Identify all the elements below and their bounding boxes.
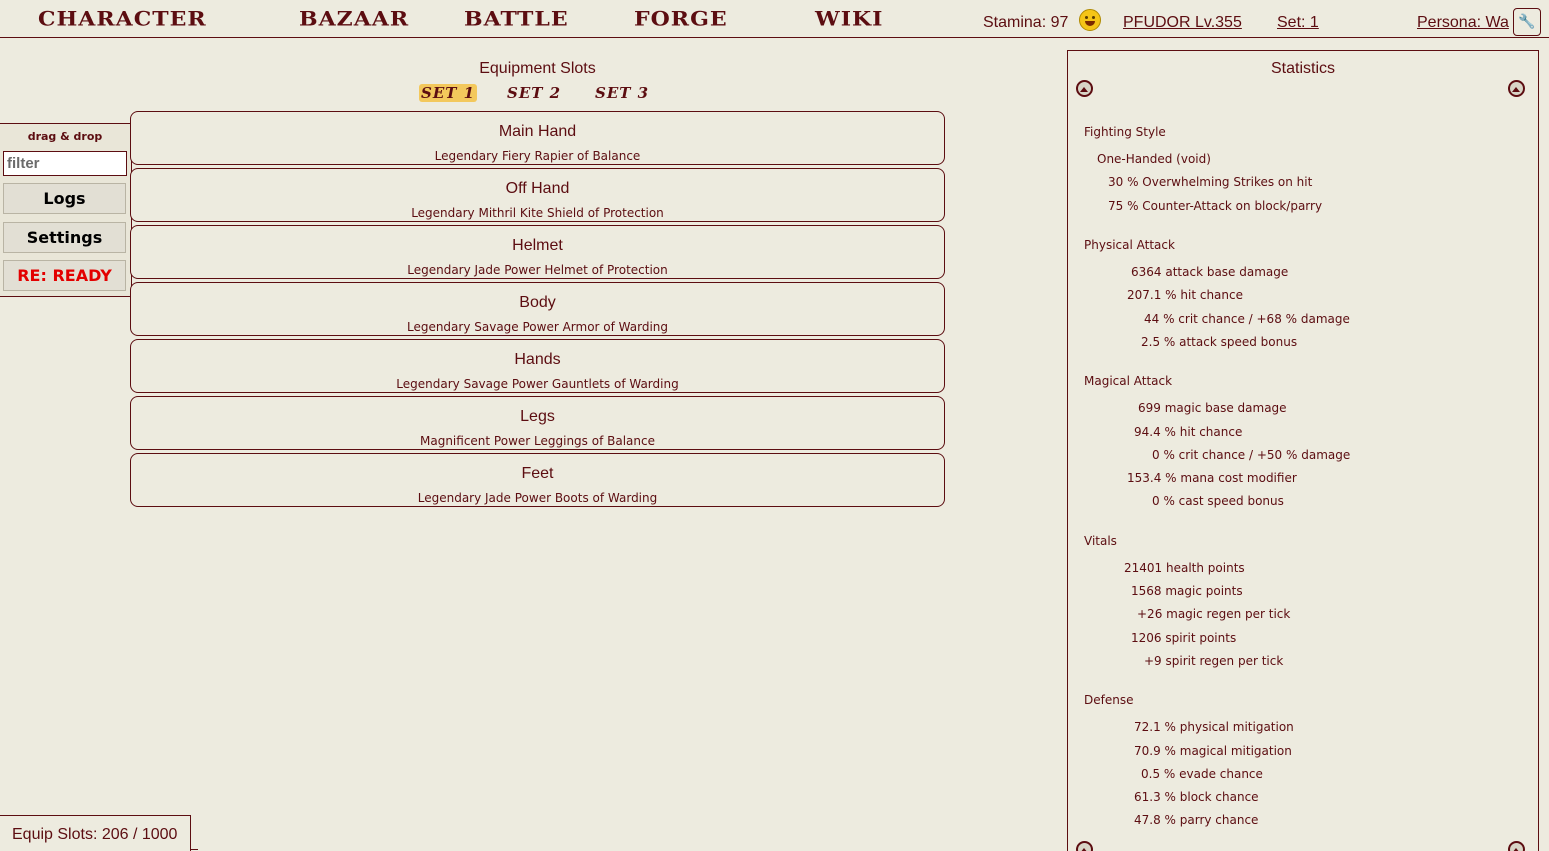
stat-line: 75 % Counter-Attack on block/parry	[1108, 199, 1323, 213]
slot-hands[interactable]: Hands Legendary Savage Power Gauntlets o…	[130, 339, 945, 393]
slot-name: Hands	[514, 351, 561, 368]
slot-name: Main Hand	[498, 123, 577, 140]
stat-line: 44 % crit chance / +68 % damage	[1144, 312, 1350, 326]
slot-body[interactable]: Body Legendary Savage Power Armor of War…	[130, 282, 945, 336]
set-link[interactable]: Set: 1	[1277, 14, 1319, 32]
stat-line: +26 magic regen per tick	[1137, 607, 1291, 621]
drag-drop-label: drag & drop	[27, 130, 103, 143]
top-nav-bar: CHARACTER BAZAAR BATTLE FORGE WIKI Stami…	[0, 0, 1549, 38]
slot-item: Legendary Savage Power Gauntlets of Ward…	[396, 377, 679, 391]
stat-line: 1206 spirit points	[1131, 631, 1237, 645]
stat-line: 0.5 % evade chance	[1141, 767, 1263, 781]
logs-button[interactable]: Logs	[3, 183, 126, 214]
slot-item: Legendary Mithril Kite Shield of Protect…	[411, 206, 664, 220]
nav-character[interactable]: CHARACTER	[38, 7, 207, 30]
statistics-panel: Statistics Fighting Style One-Handed (vo…	[1067, 50, 1539, 851]
stat-line: 2.5 % attack speed bonus	[1141, 335, 1298, 349]
slot-name: Feet	[521, 465, 554, 482]
set-tab-2[interactable]: SET 2	[505, 84, 563, 102]
collapse-up-icon[interactable]	[1076, 80, 1093, 97]
slot-item: Legendary Jade Power Helmet of Protectio…	[407, 263, 668, 277]
equipment-slots-title: Equipment Slots	[479, 60, 596, 77]
re-ready-button[interactable]: RE: READY	[3, 260, 126, 291]
slot-legs[interactable]: Legs Magnificent Power Leggings of Balan…	[130, 396, 945, 450]
slot-item: Legendary Savage Power Armor of Warding	[406, 320, 669, 334]
statistics-title: Statistics	[1270, 60, 1335, 77]
stamina-smiley-icon	[1079, 9, 1101, 31]
set-tab-3[interactable]: SET 3	[593, 84, 651, 102]
slot-item: Magnificent Power Leggings of Balance	[420, 434, 655, 448]
stat-line: 207.1 % hit chance	[1127, 288, 1243, 302]
slot-off-hand[interactable]: Off Hand Legendary Mithril Kite Shield o…	[130, 168, 945, 222]
wrench-settings-button[interactable]: 🔧	[1513, 8, 1541, 36]
set-tab-1[interactable]: SET 1	[419, 84, 478, 102]
stat-section-fighting-style: Fighting Style	[1084, 125, 1166, 139]
slot-name: Legs	[520, 408, 555, 425]
stat-line: 47.8 % parry chance	[1134, 813, 1259, 827]
stat-section-defense: Defense	[1084, 693, 1134, 707]
stat-section-magical-attack: Magical Attack	[1084, 374, 1173, 388]
stat-line: 6364 attack base damage	[1131, 265, 1289, 279]
stat-line: 30 % Overwhelming Strikes on hit	[1108, 175, 1313, 189]
stat-line: 153.4 % mana cost modifier	[1127, 471, 1297, 485]
stat-line: +9 spirit regen per tick	[1144, 654, 1284, 668]
stat-line: 94.4 % hit chance	[1134, 425, 1243, 439]
stat-line: 699 magic base damage	[1138, 401, 1287, 415]
stat-line: One-Handed (void)	[1097, 152, 1211, 166]
slot-item: Legendary Jade Power Boots of Warding	[417, 491, 658, 505]
slot-feet[interactable]: Feet Legendary Jade Power Boots of Wardi…	[130, 453, 945, 507]
persona-link[interactable]: Persona: Wa	[1417, 14, 1514, 32]
divider	[191, 849, 198, 850]
stamina-text: Stamina: 97	[983, 14, 1069, 31]
slot-helmet[interactable]: Helmet Legendary Jade Power Helmet of Pr…	[130, 225, 945, 279]
nav-bazaar[interactable]: BAZAAR	[299, 7, 409, 30]
settings-button[interactable]: Settings	[3, 222, 126, 253]
slot-name: Helmet	[512, 237, 563, 254]
nav-wiki[interactable]: WIKI	[815, 7, 883, 30]
slot-item: Legendary Fiery Rapier of Balance	[434, 149, 641, 163]
collapse-up-icon[interactable]	[1076, 841, 1093, 851]
equip-slots-count: Equip Slots: 206 / 1000	[0, 815, 191, 851]
stat-line: 70.9 % magical mitigation	[1134, 744, 1292, 758]
nav-battle[interactable]: BATTLE	[464, 7, 569, 30]
stat-line: 21401 health points	[1124, 561, 1245, 575]
slot-name: Off Hand	[505, 180, 570, 197]
stat-line: 72.1 % physical mitigation	[1134, 720, 1294, 734]
player-level-link[interactable]: PFUDOR Lv.355	[1123, 14, 1242, 32]
stat-line: 61.3 % block chance	[1134, 790, 1259, 804]
stat-line: 0 % crit chance / +50 % damage	[1152, 448, 1351, 462]
slot-main-hand[interactable]: Main Hand Legendary Fiery Rapier of Bala…	[130, 111, 945, 165]
wrench-icon: 🔧	[1518, 14, 1536, 30]
collapse-up-icon[interactable]	[1508, 80, 1525, 97]
stat-line: 1568 magic points	[1131, 584, 1243, 598]
filter-input[interactable]	[3, 151, 127, 176]
nav-forge[interactable]: FORGE	[634, 7, 728, 30]
stat-line: 0 % cast speed bonus	[1152, 494, 1284, 508]
stat-section-vitals: Vitals	[1084, 534, 1117, 548]
collapse-up-icon[interactable]	[1508, 841, 1525, 851]
left-tool-panel: drag & drop Logs Settings RE: READY	[0, 123, 132, 297]
stat-section-physical-attack: Physical Attack	[1084, 238, 1175, 252]
slot-name: Body	[519, 294, 556, 311]
